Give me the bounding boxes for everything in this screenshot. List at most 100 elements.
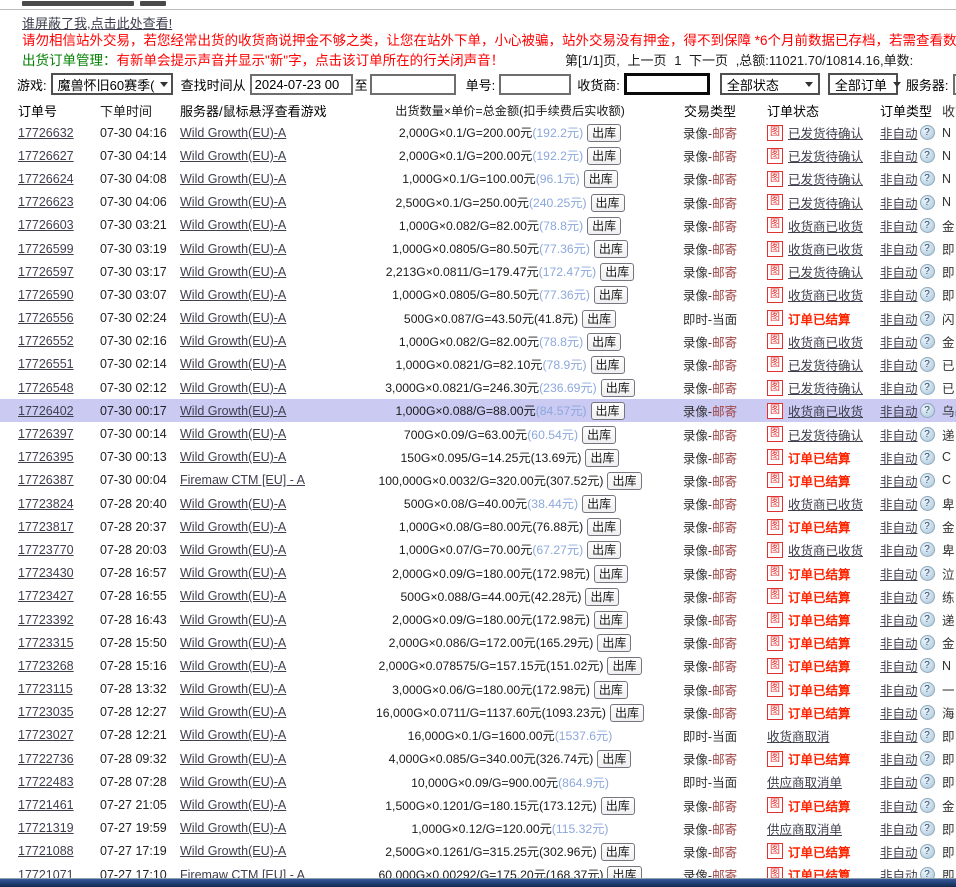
order-status-link[interactable]: 收货商已收货	[788, 332, 863, 351]
ship-button[interactable]: 出库	[587, 217, 621, 235]
image-icon[interactable]: 图	[767, 287, 783, 303]
help-icon[interactable]: ?	[920, 427, 935, 442]
server-link[interactable]: Wild Growth(EU)-A	[180, 265, 286, 279]
help-icon[interactable]: ?	[920, 264, 935, 279]
ship-button[interactable]: 出库	[597, 750, 631, 768]
server-input[interactable]	[953, 74, 956, 95]
image-icon[interactable]: 图	[767, 519, 783, 535]
server-link[interactable]: Wild Growth(EU)-A	[180, 566, 286, 580]
help-icon[interactable]: ?	[920, 334, 935, 349]
server-link[interactable]: Wild Growth(EU)-A	[180, 636, 286, 650]
table-row[interactable]: 17721088 07-27 17:19 Wild Growth(EU)-A 2…	[0, 840, 956, 863]
server-link[interactable]: Wild Growth(EU)-A	[180, 659, 286, 673]
order-type-link[interactable]: 非自动	[880, 703, 918, 722]
order-id-link[interactable]: 17726397	[18, 427, 74, 441]
help-icon[interactable]: ?	[920, 821, 935, 836]
order-id-link[interactable]: 17723770	[18, 543, 74, 557]
ship-button[interactable]: 出库	[585, 588, 619, 606]
time-to-input[interactable]	[370, 74, 456, 95]
table-row[interactable]: 17726548 07-30 02:12 Wild Growth(EU)-A 3…	[0, 376, 956, 399]
image-icon[interactable]: 图	[767, 658, 783, 674]
ship-button[interactable]: 出库	[582, 310, 616, 328]
server-link[interactable]: Wild Growth(EU)-A	[180, 311, 286, 325]
order-status-link[interactable]: 已发货待确认	[788, 193, 863, 212]
help-icon[interactable]: ?	[920, 450, 935, 465]
ship-button[interactable]: 出库	[594, 611, 628, 629]
order-type-link[interactable]: 非自动	[880, 448, 918, 467]
server-link[interactable]: Firemaw CTM [EU] - A	[180, 473, 305, 487]
order-id-link[interactable]: 17723115	[18, 682, 73, 696]
help-icon[interactable]: ?	[920, 496, 935, 511]
help-icon[interactable]: ?	[920, 682, 935, 697]
ship-button[interactable]: 出库	[591, 402, 625, 420]
image-icon[interactable]: 图	[767, 704, 783, 720]
order-id-link[interactable]: 17723427	[18, 589, 74, 603]
server-link[interactable]: Wild Growth(EU)-A	[180, 844, 286, 858]
order-id-link[interactable]: 17722483	[18, 775, 74, 789]
image-icon[interactable]: 图	[767, 565, 783, 581]
order-status-link[interactable]: 收货商已收货	[788, 494, 863, 513]
server-link[interactable]: Wild Growth(EU)-A	[180, 404, 286, 418]
order-status-link[interactable]: 收货商取消	[767, 726, 830, 745]
help-icon[interactable]: ?	[920, 635, 935, 650]
order-id-link[interactable]: 17726395	[18, 450, 74, 464]
ship-button[interactable]: 出库	[607, 472, 641, 490]
order-type-link[interactable]: 非自动	[880, 262, 918, 281]
image-icon[interactable]: 图	[767, 472, 783, 488]
order-id-link[interactable]: 17726603	[18, 218, 74, 232]
image-icon[interactable]: 图	[767, 264, 783, 280]
server-link[interactable]: Wild Growth(EU)-A	[180, 218, 286, 232]
order-id-link[interactable]: 17726623	[18, 195, 74, 209]
order-type-link[interactable]: 非自动	[880, 425, 918, 444]
server-link[interactable]: Wild Growth(EU)-A	[180, 149, 286, 163]
server-link[interactable]: Wild Growth(EU)-A	[180, 497, 286, 511]
image-icon[interactable]: 图	[767, 751, 783, 767]
image-icon[interactable]: 图	[767, 496, 783, 512]
server-link[interactable]: Wild Growth(EU)-A	[180, 728, 286, 742]
order-status-link[interactable]: 已发货待确认	[788, 355, 863, 374]
help-icon[interactable]: ?	[920, 519, 935, 534]
order-id-link[interactable]: 17723817	[18, 520, 74, 534]
image-icon[interactable]: 图	[767, 217, 783, 233]
game-select[interactable]: 魔兽怀旧60赛季(	[51, 73, 173, 95]
image-icon[interactable]: 图	[767, 125, 783, 141]
order-id-link[interactable]: 17726556	[18, 311, 74, 325]
image-icon[interactable]: 图	[767, 426, 783, 442]
help-icon[interactable]: ?	[920, 473, 935, 488]
order-id-link[interactable]: 17723268	[18, 659, 74, 673]
server-link[interactable]: Wild Growth(EU)-A	[180, 288, 286, 302]
table-row[interactable]: 17723027 07-28 12:21 Wild Growth(EU)-A 1…	[0, 724, 956, 747]
help-icon[interactable]: ?	[920, 658, 935, 673]
status-select[interactable]: 全部状态	[720, 73, 820, 95]
server-link[interactable]: Wild Growth(EU)-A	[180, 357, 286, 371]
order-type-link[interactable]: 非自动	[880, 239, 918, 258]
server-link[interactable]: Wild Growth(EU)-A	[180, 334, 286, 348]
table-row[interactable]: 17726623 07-30 04:06 Wild Growth(EU)-A 2…	[0, 191, 956, 214]
table-row[interactable]: 17722736 07-28 09:32 Wild Growth(EU)-A 4…	[0, 747, 956, 770]
help-icon[interactable]: ?	[920, 566, 935, 581]
order-type-link[interactable]: 非自动	[880, 401, 918, 420]
table-row[interactable]: 17726627 07-30 04:14 Wild Growth(EU)-A 2…	[0, 144, 956, 167]
table-row[interactable]: 17723824 07-28 20:40 Wild Growth(EU)-A 5…	[0, 492, 956, 515]
order-id-link[interactable]: 17723035	[18, 705, 74, 719]
ship-button[interactable]: 出库	[585, 449, 619, 467]
ship-button[interactable]: 出库	[594, 286, 628, 304]
help-icon[interactable]: ?	[920, 218, 935, 233]
table-row[interactable]: 17726556 07-30 02:24 Wild Growth(EU)-A 5…	[0, 307, 956, 330]
help-icon[interactable]: ?	[920, 612, 935, 627]
image-icon[interactable]: 图	[767, 588, 783, 604]
table-row[interactable]: 17723035 07-28 12:27 Wild Growth(EU)-A 1…	[0, 701, 956, 724]
order-id-link[interactable]: 17726590	[18, 288, 74, 302]
order-type-link[interactable]: 非自动	[880, 146, 918, 165]
order-id-link[interactable]: 17723315	[18, 636, 74, 650]
order-type-link[interactable]: 非自动	[880, 726, 918, 745]
table-row[interactable]: 17726387 07-30 00:04 Firemaw CTM [EU] - …	[0, 469, 956, 492]
image-icon[interactable]: 图	[767, 194, 783, 210]
order-id-link[interactable]: 17726551	[18, 357, 74, 371]
help-icon[interactable]: ?	[920, 287, 935, 302]
time-from-input[interactable]	[250, 74, 353, 95]
table-row[interactable]: 17723268 07-28 15:16 Wild Growth(EU)-A 2…	[0, 654, 956, 677]
server-link[interactable]: Wild Growth(EU)-A	[180, 752, 286, 766]
image-icon[interactable]: 图	[767, 403, 783, 419]
order-type-link[interactable]: 非自动	[880, 842, 918, 861]
